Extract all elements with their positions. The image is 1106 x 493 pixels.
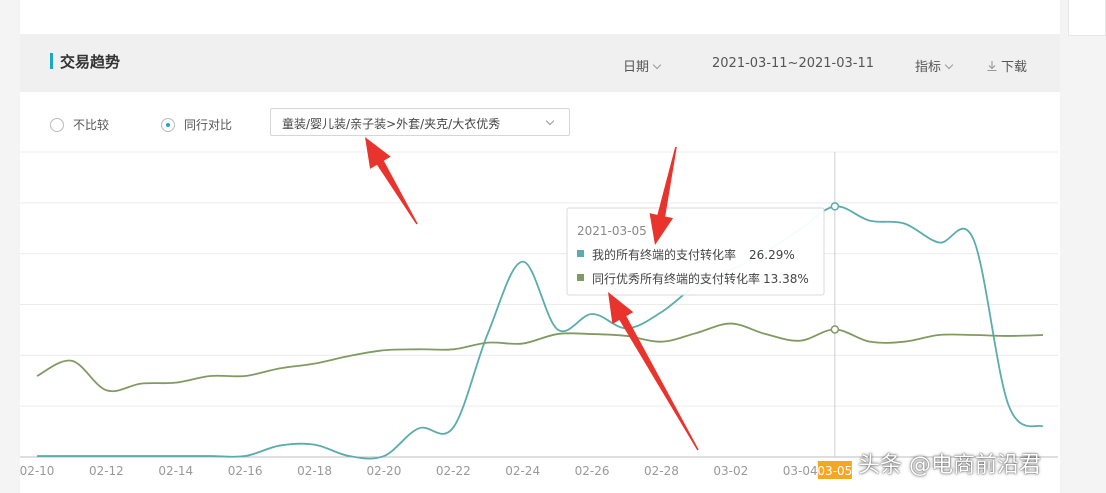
tooltip-swatch [577,274,584,281]
x-tick-label: 03-02 [713,464,748,478]
tooltip-swatch [577,250,584,257]
tooltip-row-label: 我的所有终端的支付转化率 [592,247,736,262]
annotation-arrow [608,292,699,451]
trend-chart: 02-10 02-12 02-14 02-16 02-18 02-20 02-22 02-24… [20,137,1058,479]
x-tick-label: 02-18 [297,464,332,478]
watermark: 头条 @电商前沿君 [858,453,1041,478]
x-tick-label: 02-10 [20,464,55,478]
series-line-peer [36,322,1044,393]
x-tick-label-highlight: 03-05 [817,464,852,478]
x-tick-label: 02-28 [644,464,679,478]
highlight-point [830,325,840,334]
x-tick-label: 02-26 [575,464,610,478]
tooltip-row-label: 同行优秀所有终端的支付转化率 [592,271,760,286]
highlight-point [830,202,840,211]
tooltip-date: 2021-03-05 [577,224,647,238]
page: 交易趋势 日期 2021-03-11~2021-03-11 指标 下载 不比较 … [0,0,1106,493]
x-tick-label: 02-22 [436,464,471,478]
x-tick-label: 02-16 [228,464,263,478]
x-tick-label: 03-04 [783,464,818,478]
series-line-mine [37,205,1044,460]
tooltip-row-value: 13.38% [763,272,809,286]
x-tick-label: 02-20 [366,464,401,478]
tooltip-row-value: 26.29% [749,248,795,262]
annotation-arrow [365,137,418,225]
x-tick-label: 02-12 [89,464,124,478]
x-tick-label: 02-24 [505,464,540,478]
x-tick-label: 02-14 [158,464,193,478]
